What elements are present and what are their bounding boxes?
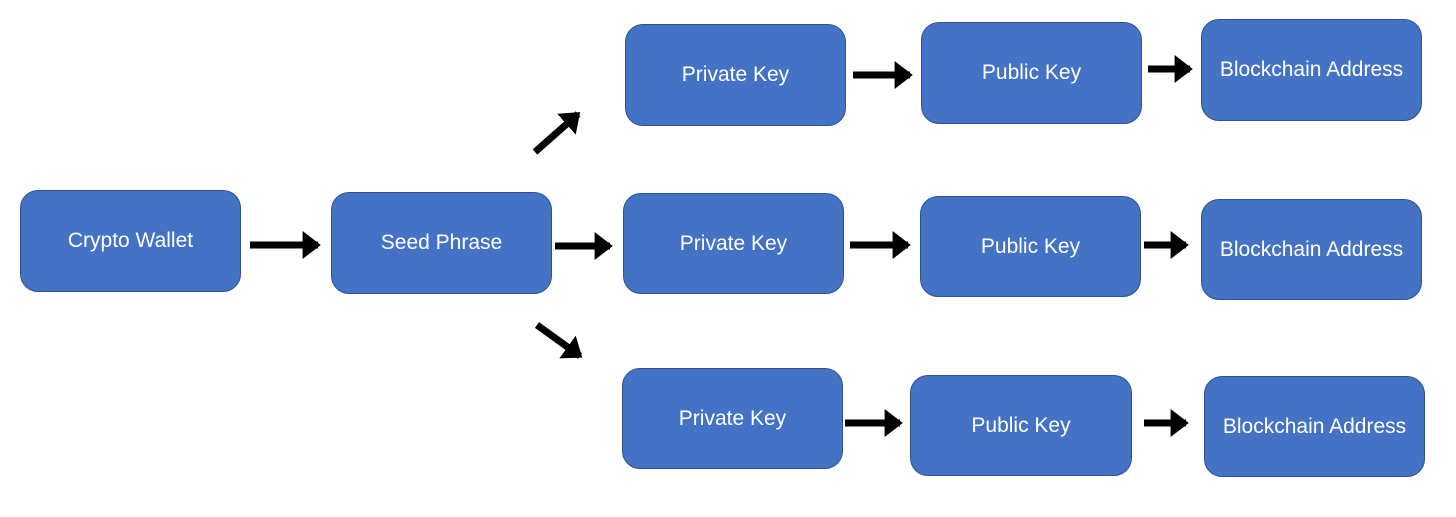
node-public-key-2: Public Key bbox=[920, 196, 1141, 297]
node-public-key-3: Public Key bbox=[910, 375, 1132, 476]
node-blockchain-address-2: Blockchain Address bbox=[1201, 199, 1422, 300]
node-private-key-2: Private Key bbox=[623, 193, 844, 294]
node-label: Public Key bbox=[980, 234, 1081, 258]
arrow-seed-to-private-key-1 bbox=[532, 111, 581, 155]
node-label: Public Key bbox=[971, 413, 1071, 437]
node-label: Blockchain Address bbox=[1219, 237, 1404, 261]
node-label: Blockchain Address bbox=[1222, 414, 1407, 438]
arrow-seed-to-private-key-3 bbox=[534, 322, 583, 359]
node-private-key-3: Private Key bbox=[622, 368, 843, 469]
node-label: Private Key bbox=[681, 63, 790, 86]
node-seed-phrase: Seed Phrase bbox=[331, 192, 552, 294]
node-blockchain-address-3: Blockchain Address bbox=[1204, 376, 1425, 477]
node-label: Private Key bbox=[679, 231, 788, 255]
node-crypto-wallet: Crypto Wallet bbox=[20, 190, 241, 292]
node-blockchain-address-1: Blockchain Address bbox=[1201, 19, 1422, 121]
node-public-key-1: Public Key bbox=[921, 22, 1142, 124]
node-private-key-1: Private Key bbox=[625, 24, 846, 126]
node-label: Blockchain Address bbox=[1219, 58, 1404, 81]
node-label: Private Key bbox=[678, 406, 787, 430]
node-label: Crypto Wallet bbox=[67, 229, 194, 252]
node-label: Public Key bbox=[981, 61, 1082, 84]
node-label: Seed Phrase bbox=[380, 231, 503, 254]
